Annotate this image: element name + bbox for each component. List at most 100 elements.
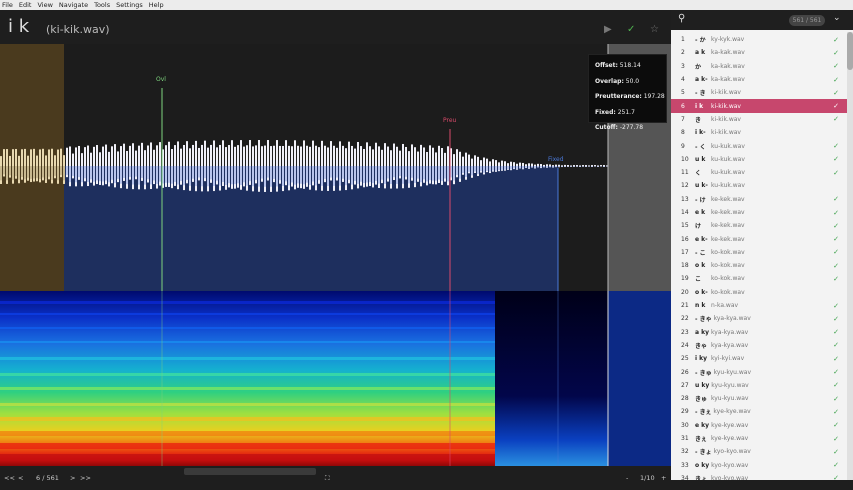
first-button[interactable]: << bbox=[4, 473, 15, 483]
list-item[interactable]: 31きぇkye-kye.wav✓ bbox=[671, 432, 847, 445]
info-key: Offset: bbox=[595, 62, 618, 69]
row-alias: きゃ bbox=[695, 341, 709, 350]
info-value: 518.14 bbox=[620, 62, 641, 69]
row-number: 34 bbox=[671, 475, 693, 480]
list-item[interactable]: 20o k-ko-kok.wav bbox=[671, 286, 847, 299]
last-button[interactable]: >> bbox=[80, 473, 91, 483]
row-number: 25 bbox=[671, 355, 693, 362]
row-filename: kyi-kyi.wav bbox=[711, 355, 744, 362]
list-item[interactable]: 30e kykye-kye.wav✓ bbox=[671, 419, 847, 432]
list-item[interactable]: 27u kykyu-kyu.wav✓ bbox=[671, 379, 847, 392]
list-item[interactable]: 28きゅkyu-kyu.wav✓ bbox=[671, 392, 847, 405]
row-alias: か bbox=[695, 62, 709, 71]
menu-help[interactable]: Help bbox=[149, 0, 164, 10]
zoom-in-button[interactable]: + bbox=[661, 473, 666, 483]
zoom-out-button[interactable]: - bbox=[626, 473, 628, 483]
list-item[interactable]: 9- くku-kuk.wav✓ bbox=[671, 139, 847, 152]
list-item[interactable]: 24きゃkya-kya.wav✓ bbox=[671, 339, 847, 352]
row-filename: ke-kek.wav bbox=[711, 222, 745, 229]
row-filename: ko-kok.wav bbox=[711, 289, 745, 296]
list-item[interactable]: 32- きょkyo-kyo.wav✓ bbox=[671, 445, 847, 458]
row-filename: ke-kek.wav bbox=[711, 209, 745, 216]
row-alias: e ky bbox=[695, 422, 709, 429]
list-item[interactable]: 8i k-ki-kik.wav bbox=[671, 126, 847, 139]
list-item[interactable]: 11くku-kuk.wav✓ bbox=[671, 166, 847, 179]
list-item[interactable]: 14e kke-kek.wav✓ bbox=[671, 206, 847, 219]
row-alias: き bbox=[695, 115, 709, 124]
row-number: 1 bbox=[671, 36, 693, 43]
list-item[interactable]: 4a k-ka-kak.wav✓ bbox=[671, 73, 847, 86]
spectrogram-tail bbox=[495, 291, 608, 466]
parameter-info-box: Offset: 518.14Overlap: 50.0Preutterance:… bbox=[588, 54, 667, 123]
list-item[interactable]: 25i kykyi-kyi.wav✓ bbox=[671, 352, 847, 365]
list-item[interactable]: 17- こko-kok.wav✓ bbox=[671, 246, 847, 259]
waveform-canvas: Ovl Preu Fixed bbox=[0, 44, 671, 291]
row-filename: ka-kak.wav bbox=[711, 49, 745, 56]
row-number: 7 bbox=[671, 116, 693, 123]
check-icon: ✓ bbox=[833, 235, 839, 243]
list-item[interactable]: 7きki-kik.wav✓ bbox=[671, 113, 847, 126]
check-icon: ✓ bbox=[833, 368, 839, 376]
list-item[interactable]: 33o kykyo-kyo.wav✓ bbox=[671, 459, 847, 472]
check-icon: ✓ bbox=[833, 328, 839, 336]
row-alias: - きゃ bbox=[695, 314, 712, 323]
list-item[interactable]: 6i kki-kik.wav✓ bbox=[671, 99, 847, 112]
fit-view-icon[interactable]: ⛶ bbox=[325, 473, 330, 483]
row-alias: u ky bbox=[695, 382, 709, 389]
list-item[interactable]: 18o kko-kok.wav✓ bbox=[671, 259, 847, 272]
waveform-view[interactable]: Ovl Preu Fixed Offset: 518.14Overlap: 50… bbox=[0, 44, 671, 291]
row-filename: ki-kik.wav bbox=[711, 129, 741, 136]
list-scrollbar-thumb[interactable] bbox=[847, 32, 853, 70]
play-icon[interactable]: ▶ bbox=[604, 24, 612, 36]
menu-file[interactable]: File bbox=[2, 0, 13, 10]
menu-view[interactable]: View bbox=[37, 0, 52, 10]
horizontal-scrollbar[interactable] bbox=[184, 468, 316, 475]
check-icon: ✓ bbox=[833, 248, 839, 256]
title-bar: i k (ki-kik.wav) ▶ ✓ ☆ bbox=[0, 10, 671, 44]
list-item[interactable]: 10u kku-kuk.wav✓ bbox=[671, 153, 847, 166]
info-row: Cutoff: -277.78 bbox=[595, 120, 660, 136]
list-item[interactable]: 22- きゃkya-kya.wav✓ bbox=[671, 312, 847, 325]
menu-tools[interactable]: Tools bbox=[94, 0, 110, 10]
menu-navigate[interactable]: Navigate bbox=[59, 0, 88, 10]
list-item[interactable]: 12u k-ku-kuk.wav bbox=[671, 179, 847, 192]
star-icon[interactable]: ☆ bbox=[650, 24, 659, 36]
row-number: 16 bbox=[671, 236, 693, 243]
menu-settings[interactable]: Settings bbox=[116, 0, 143, 10]
row-number: 2 bbox=[671, 49, 693, 56]
next-button[interactable]: > bbox=[70, 473, 75, 483]
row-number: 21 bbox=[671, 302, 693, 309]
list-item[interactable]: 21n kn-ka.wav✓ bbox=[671, 299, 847, 312]
list-item[interactable]: 15けke-kek.wav✓ bbox=[671, 219, 847, 232]
check-icon: ✓ bbox=[833, 474, 839, 480]
prev-button[interactable]: < bbox=[18, 473, 23, 483]
spectrogram-view[interactable] bbox=[0, 291, 671, 466]
menu-edit[interactable]: Edit bbox=[19, 0, 32, 10]
list-item[interactable]: 29- きぇkye-kye.wav✓ bbox=[671, 405, 847, 418]
search-icon[interactable]: ⚲ bbox=[678, 13, 685, 24]
row-number: 31 bbox=[671, 435, 693, 442]
list-item[interactable]: 23a kykya-kya.wav✓ bbox=[671, 326, 847, 339]
row-alias: u k bbox=[695, 156, 709, 163]
row-alias: - か bbox=[695, 35, 709, 44]
list-item[interactable]: 34きょkyo-kyo.wav✓ bbox=[671, 472, 847, 480]
chevron-down-icon[interactable]: ⌄ bbox=[833, 13, 841, 23]
list-item[interactable]: 5- きki-kik.wav✓ bbox=[671, 86, 847, 99]
check-icon: ✓ bbox=[833, 421, 839, 429]
check-icon: ✓ bbox=[833, 262, 839, 270]
row-number: 28 bbox=[671, 395, 693, 402]
row-number: 30 bbox=[671, 422, 693, 429]
list-scrollbar[interactable] bbox=[847, 32, 853, 480]
list-item[interactable]: 2a kka-kak.wav✓ bbox=[671, 46, 847, 59]
list-item[interactable]: 1- かky-kyk.wav✓ bbox=[671, 33, 847, 46]
row-filename: ke-kek.wav bbox=[711, 196, 745, 203]
list-item[interactable]: 19こko-kok.wav✓ bbox=[671, 272, 847, 285]
list-item[interactable]: 16e k-ke-kek.wav✓ bbox=[671, 232, 847, 245]
list-item[interactable]: 26- きゅkyu-kyu.wav✓ bbox=[671, 365, 847, 378]
check-icon: ✓ bbox=[833, 209, 839, 217]
list-item[interactable]: 13- けke-kek.wav✓ bbox=[671, 193, 847, 206]
check-icon[interactable]: ✓ bbox=[627, 24, 635, 36]
info-key: Fixed: bbox=[595, 109, 616, 116]
list-item[interactable]: 3かka-kak.wav✓ bbox=[671, 60, 847, 73]
check-icon: ✓ bbox=[833, 341, 839, 349]
